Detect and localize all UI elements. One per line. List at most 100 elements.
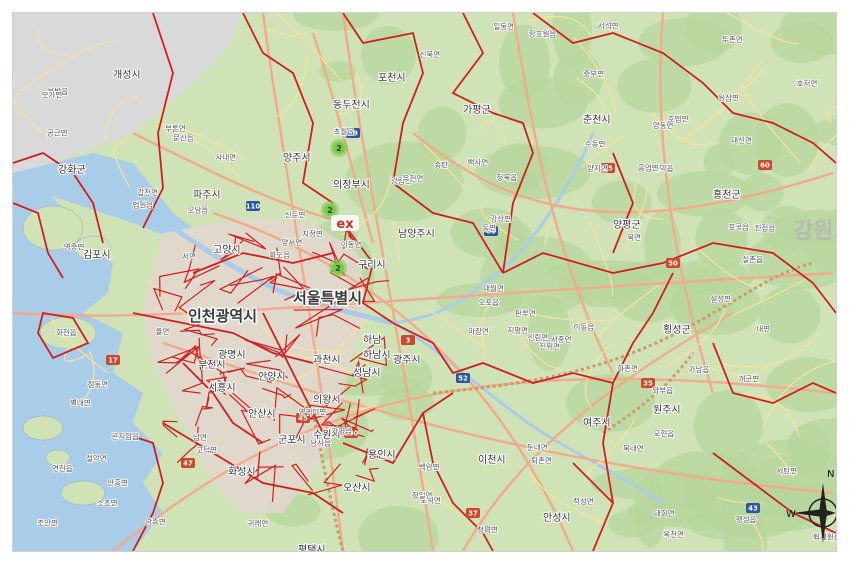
city-label: 강화군	[58, 164, 86, 176]
town-label: 서면	[182, 251, 196, 261]
city-label: 동두천시	[333, 99, 370, 111]
town-label: 부론면	[165, 123, 186, 133]
city-label: 용인시	[368, 449, 396, 461]
city-label: 안산시	[248, 408, 276, 420]
road-shield-110: 110	[246, 201, 261, 211]
town-label: 조안면	[37, 517, 58, 527]
town-label: 공근면	[47, 127, 68, 137]
town-label: 판부면	[515, 308, 536, 318]
forest-area	[616, 59, 692, 113]
road-shield-number: 37	[468, 510, 478, 518]
city-label: 의왕시	[313, 394, 341, 406]
city-label: 파주시	[193, 189, 221, 201]
town-label: 두촌면	[722, 34, 743, 44]
island	[22, 415, 64, 441]
town-label: 오남읍	[188, 206, 209, 215]
town-label: 사내면	[215, 152, 236, 162]
town-label: 포곡읍	[729, 222, 750, 231]
marker-cluster-count: 2	[327, 206, 333, 215]
town-label: 대신면	[731, 135, 752, 145]
city-label: 춘천시	[583, 114, 611, 126]
city-label: 홍천군	[713, 188, 741, 201]
town-label: 법원읍	[132, 199, 153, 209]
town-label: 강상면	[490, 214, 511, 224]
town-label: 안흥면	[107, 477, 128, 487]
town-label: 청북읍	[497, 173, 518, 182]
city-label: 포천시	[378, 72, 406, 84]
town-label: 남면	[193, 432, 207, 442]
town-label: 퇴촌면	[531, 455, 552, 465]
town-label: 모현읍	[653, 429, 674, 438]
logo-text: ex	[336, 217, 354, 232]
city-label: 군포시	[278, 434, 306, 446]
road-shield-number: 47	[183, 460, 193, 468]
forest-area	[758, 286, 821, 344]
town-label: 갑천면	[137, 187, 158, 197]
city-label: 평택시	[298, 544, 326, 551]
city-label: 양평군	[613, 219, 641, 231]
town-label: 문산읍	[173, 133, 194, 143]
city-label: 양주시	[283, 152, 311, 164]
town-label: 중부면	[583, 69, 604, 79]
marker-cluster-count: 2	[336, 144, 342, 153]
town-label: 서탄면	[776, 465, 797, 475]
town-label: 흥업면	[638, 163, 659, 173]
city-label: 횡성군	[663, 324, 691, 336]
town-label: 대월면	[483, 283, 504, 293]
map-canvas[interactable]: 2955 606550455235100110173743473 개성시 포천시동두…	[13, 13, 836, 551]
town-label: 별내면	[70, 398, 91, 408]
city-label: 남양주시	[398, 228, 435, 240]
town-label: 내면	[756, 323, 770, 333]
town-label: 퇴계원읍	[813, 532, 836, 542]
town-label: 초월읍	[333, 126, 354, 136]
town-label: 호법면	[668, 114, 689, 124]
road-shield-52: 52	[456, 373, 470, 383]
town-label: 이동면	[341, 239, 362, 249]
road-shield-number: 110	[246, 203, 261, 211]
town-label: 가평읍	[331, 426, 352, 436]
town-label: 진접읍	[755, 222, 776, 232]
town-label: 가남읍	[689, 365, 710, 374]
map-viewport[interactable]: 29 55 60 65 50 45 52 35 100 110 17 37 43 47 3 개성시 포천시 동두…	[12, 12, 837, 552]
city-label: 과천시	[313, 354, 341, 366]
road-shield-number: 60	[760, 162, 770, 170]
city-label: 화성시	[228, 466, 256, 478]
compass-west-label: W	[786, 509, 796, 520]
city-label: 원주시	[653, 404, 681, 416]
town-label: 청평면	[477, 525, 498, 535]
town-label: 일동면	[493, 21, 514, 31]
forest-area	[695, 207, 748, 272]
town-label: 율면	[156, 326, 170, 336]
town-label: 호저면	[797, 78, 818, 88]
town-label: 남사읍	[310, 439, 331, 448]
town-label: 장호원읍	[529, 29, 557, 39]
town-label: 우천면	[403, 173, 424, 183]
town-label: 송탄	[434, 159, 448, 169]
city-label: 구리시	[358, 259, 386, 271]
road-shield-47: 47	[181, 458, 195, 468]
city-label: 의정부시	[333, 179, 370, 191]
town-label: 팽성읍	[736, 514, 757, 524]
road-shield-17: 17	[106, 355, 120, 365]
road-shield-60: 60	[758, 160, 772, 170]
city-label: 광명시	[218, 349, 246, 361]
town-label: 소초면	[97, 497, 118, 507]
marker-cluster[interactable]: 2	[330, 139, 348, 157]
city-label: 하남	[363, 333, 381, 346]
marker-cluster[interactable]: 2	[329, 259, 347, 277]
city-label: 여주시	[583, 417, 611, 429]
town-label: 영귀미면	[299, 407, 327, 417]
town-label: 설성면	[710, 293, 731, 303]
town-label: 백사면	[468, 157, 489, 167]
city-label: 하남시	[363, 348, 391, 361]
forest-area	[693, 389, 764, 462]
town-label: 양지면	[587, 163, 608, 173]
city-label: 서울특별시	[293, 289, 362, 307]
town-label: 북내면	[623, 443, 644, 453]
city-label: 김포시	[83, 249, 111, 261]
town-label: 백암면	[419, 462, 440, 472]
town-label: 지정면	[302, 228, 323, 238]
town-label: 대화면	[654, 508, 675, 518]
town-label: 이동읍	[574, 321, 595, 331]
town-label: 옥천면	[663, 529, 684, 539]
